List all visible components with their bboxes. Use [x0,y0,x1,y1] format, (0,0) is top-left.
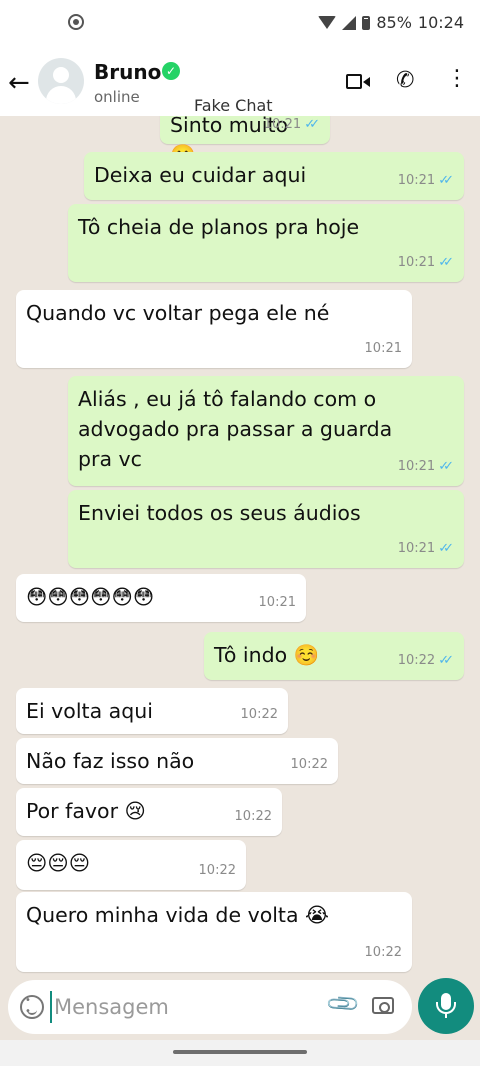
outgoing-message[interactable]: Sinto muito 😬10:21✓✓ [160,116,330,167]
message-meta: 10:21 ✓✓ [264,116,320,140]
incoming-message[interactable]: Ei volta aqui 10:22 [16,688,288,734]
message-meta: 10:21 ✓✓ [398,248,454,278]
outgoing-message[interactable]: Tô indo ☺️ 10:22 ✓✓ [204,632,464,680]
message-time: 10:22 [364,945,402,960]
avatar-body [46,86,76,104]
emoji-icon[interactable] [20,995,44,1019]
message-text: Quero minha vida de volta 😭 [26,903,330,927]
incoming-message[interactable]: 😳😳😳😳😳😳 10:21 [16,574,306,622]
message-time: 10:22 [397,653,436,668]
clock: 10:24 [417,13,464,32]
contact-status: online [94,88,140,106]
incoming-message[interactable]: 😔😔😔 10:22 [16,840,246,890]
video-call-icon[interactable] [346,74,370,89]
read-ticks-icon: ✓✓ [438,459,454,474]
mic-button[interactable] [418,978,474,1034]
message-meta: 10:21 ✓✓ [398,166,454,196]
status-bar: 85% 10:24 [0,0,480,50]
verified-badge-icon: ✓ [162,62,180,80]
message-time: 10:21 [397,459,436,474]
read-ticks-icon: ✓✓ [438,653,454,668]
battery-percent: 85% [376,13,412,32]
message-time: 10:22 [234,809,272,824]
message-text: Quando vc voltar pega ele né [26,301,330,325]
incoming-message[interactable]: Quero minha vida de volta 😭 10:22 [16,892,412,972]
message-text: Tô cheia de planos pra hoje [78,215,360,239]
attach-icon[interactable]: 📎 [325,986,362,1023]
message-time: 10:22 [198,863,236,878]
message-composer: 📎 [8,980,412,1034]
message-time: 10:21 [364,341,402,356]
outgoing-message[interactable]: Deixa eu cuidar aqui 10:21 ✓✓ [84,152,464,200]
phone-icon[interactable]: ✆ [396,68,414,93]
message-meta: 10:22 [235,802,272,832]
outgoing-message[interactable]: Tô cheia de planos pra hoje 10:21 ✓✓ [68,204,464,282]
message-meta: 10:21 ✓✓ [398,452,454,482]
read-ticks-icon: ✓✓ [304,117,320,132]
message-meta: 10:22 [241,700,278,730]
read-ticks-icon: ✓✓ [438,255,454,270]
more-vertical-icon[interactable]: ⋮ [446,68,468,90]
signal-icon [342,15,357,30]
outgoing-message[interactable]: Aliás , eu já tô falando com o advogado … [68,376,464,486]
message-meta: 10:22 ✓✓ [398,646,454,676]
camera-icon[interactable] [372,997,394,1014]
message-text: 😳😳😳😳😳😳 [26,585,155,609]
watermark-label: Fake Chat [194,96,273,115]
message-input[interactable] [50,991,320,1023]
message-time: 10:21 [258,595,296,610]
status-icons: 85% 10:24 [318,13,464,32]
message-time: 10:22 [240,707,278,722]
message-meta: 10:22 [365,938,402,968]
message-meta: 10:21 [259,588,296,618]
message-meta: 10:22 [291,750,328,780]
incoming-message[interactable]: Por favor 😢 10:22 [16,788,282,836]
message-meta: 10:21 [365,334,402,364]
message-time: 10:21 [397,173,436,188]
incoming-message[interactable]: Quando vc voltar pega ele né 10:21 [16,290,412,368]
message-text: Não faz isso não [26,749,195,773]
avatar-head [53,67,69,83]
outgoing-message[interactable]: Enviei todos os seus áudios 10:21 ✓✓ [68,490,464,568]
system-nav-bar [0,1040,480,1066]
mic-stem [445,1013,447,1018]
message-meta: 10:22 [199,856,236,886]
wifi-icon [318,16,337,29]
contact-name[interactable]: Bruno [94,60,161,84]
battery-icon [362,15,371,30]
incoming-message[interactable]: Não faz isso não 10:22 [16,738,338,784]
read-ticks-icon: ✓✓ [438,541,454,556]
message-time: 10:21 [397,255,436,270]
message-time: 10:21 [397,541,436,556]
screen-record-icon [68,14,84,30]
arrow-left-icon[interactable]: ← [8,68,30,98]
message-time: 10:21 [263,117,302,132]
message-meta: 10:21 ✓✓ [398,534,454,564]
mic-icon [436,993,456,1014]
chat-area: Sinto muito 😬10:21✓✓Deixa eu cuidar aqui… [0,116,480,976]
message-time: 10:22 [290,757,328,772]
chat-header: ← Bruno ✓ online Fake Chat ✆ ⋮ [0,50,480,116]
message-text: Enviei todos os seus áudios [78,501,361,525]
avatar[interactable] [38,58,84,104]
home-indicator[interactable] [173,1050,307,1054]
read-ticks-icon: ✓✓ [438,173,454,188]
